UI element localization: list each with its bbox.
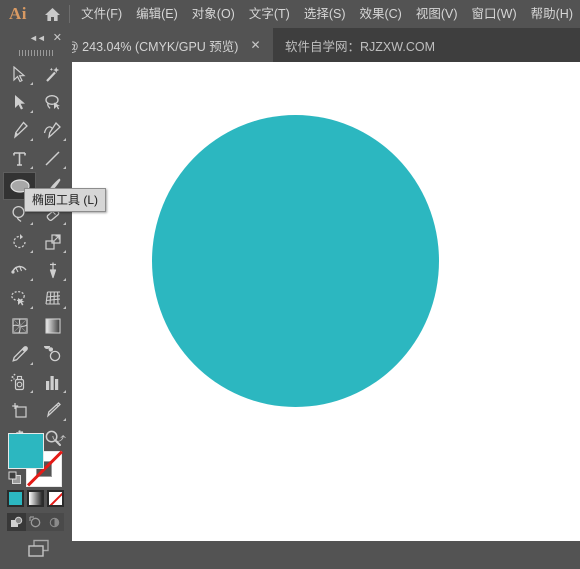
color-controls: ⤻ [0,403,72,569]
eyedropper-tool[interactable] [3,340,36,368]
magic-wand-tool[interactable] [36,60,69,88]
draw-normal-mode[interactable] [7,513,26,531]
close-icon[interactable]: ✕ [250,39,272,51]
panel-drag-handle[interactable] [0,48,72,58]
ellipse-shape[interactable] [152,115,439,407]
change-screen-mode[interactable] [26,539,52,564]
pen-tool[interactable] [3,116,36,144]
fill-type-gradient[interactable] [27,490,44,507]
menu-file[interactable]: 文件(F) [74,4,129,25]
symbol-sprayer-tool[interactable] [3,368,36,396]
watermark-label: 软件自学网：RJZXW.COM [285,39,435,54]
line-segment-tool[interactable] [36,144,69,172]
selection-tool[interactable] [3,60,36,88]
free-transform-tool[interactable] [36,256,69,284]
width-tool[interactable] [3,256,36,284]
menu-type[interactable]: 文字(T) [242,4,297,25]
menu-select[interactable]: 选择(S) [297,4,353,25]
menu-view[interactable]: 视图(V) [409,4,465,25]
home-icon[interactable] [36,0,68,28]
column-graph-tool[interactable] [36,368,69,396]
tools-panel-header: ◄◄ ✕ [0,28,72,48]
fill-type-none[interactable] [47,490,64,507]
collapse-panel-icon[interactable]: ◄◄ [24,32,50,45]
menu-divider [69,5,71,23]
document-tab-label: @ 243.04% (CMYK/GPU 预览) [66,39,239,54]
watermark: 软件自学网：RJZXW.COM [285,28,435,62]
fill-type-row [7,490,64,507]
lasso-tool[interactable] [36,88,69,116]
tool-grid [0,60,72,452]
perspective-grid-tool[interactable] [36,284,69,312]
fill-swatch[interactable] [8,433,44,469]
tool-tooltip: 椭圆工具 (L) [24,188,107,212]
scale-tool[interactable] [36,228,69,256]
draw-behind-mode[interactable] [26,513,45,531]
menu-edit[interactable]: 编辑(E) [129,4,185,25]
gradient-tool[interactable] [36,312,69,340]
tools-panel: ◄◄ ✕ ⤻ [0,28,72,557]
curvature-tool[interactable] [36,116,69,144]
swap-fill-stroke-icon[interactable]: ⤻ [52,431,66,444]
shape-builder-tool[interactable] [3,284,36,312]
draw-inside-mode[interactable] [45,513,64,531]
artboard-canvas[interactable] [72,62,580,541]
menu-bar: Ai 文件(F) 编辑(E) 对象(O) 文字(T) 选择(S) 效果(C) 视… [0,0,580,28]
menu-object[interactable]: 对象(O) [185,4,242,25]
fill-type-color[interactable] [7,490,24,507]
menu-help[interactable]: 帮助(H) [524,4,580,25]
type-tool[interactable] [3,144,36,172]
illustrator-window: Ai 文件(F) 编辑(E) 对象(O) 文字(T) 选择(S) 效果(C) 视… [0,0,580,557]
document-tab-bar: @ 243.04% (CMYK/GPU 预览) ✕ 软件自学网：RJZXW.CO… [0,28,580,62]
rotate-tool[interactable] [3,228,36,256]
menu-window[interactable]: 窗口(W) [465,4,524,25]
ai-logo: Ai [8,4,27,23]
close-panel-icon[interactable]: ✕ [50,31,68,46]
menu-effect[interactable]: 效果(C) [352,4,408,25]
document-tab[interactable]: @ 243.04% (CMYK/GPU 预览) ✕ [60,28,273,62]
default-fill-stroke-icon[interactable] [8,471,22,490]
draw-mode-row [7,513,64,531]
mesh-tool[interactable] [3,312,36,340]
blend-tool[interactable] [36,340,69,368]
direct-selection-tool[interactable] [3,88,36,116]
fill-stroke-swatches: ⤻ [8,431,66,490]
